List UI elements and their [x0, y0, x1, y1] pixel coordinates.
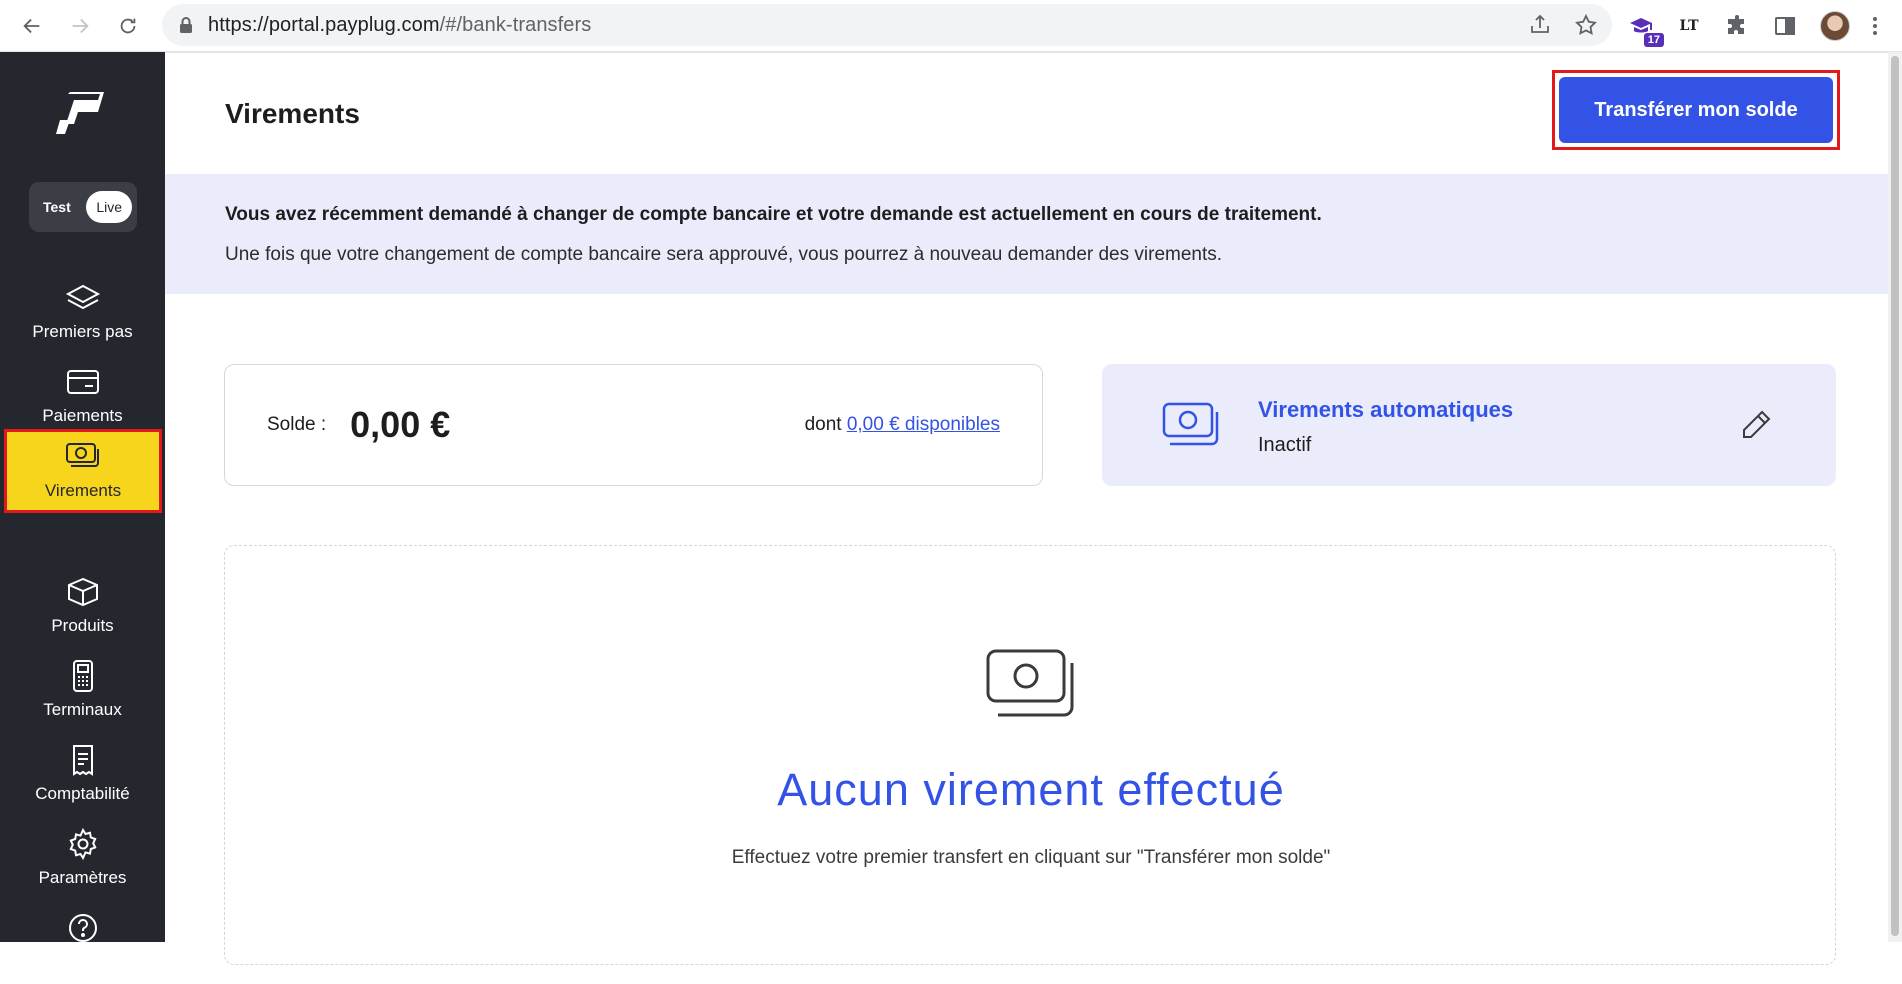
balance-value: 0,00 € [350, 404, 451, 445]
side-panel-icon [1775, 17, 1795, 35]
sidebar-item-aide[interactable]: Aide [0, 900, 165, 984]
notice-headline: Vous avez récemment demandé à changer de… [225, 204, 1322, 225]
sidebar-item-terminaux[interactable]: Terminaux [0, 648, 165, 732]
empty-state: Aucun virement effectué Effectuez votre … [224, 545, 1836, 965]
bookmark-star-icon[interactable] [1574, 13, 1598, 37]
divider [165, 52, 1902, 53]
share-icon[interactable] [1528, 13, 1552, 37]
scrollbar[interactable] [1888, 52, 1902, 942]
url-text: https://portal.payplug.com/#/bank-transf… [208, 14, 591, 37]
env-live-option[interactable]: Live [86, 191, 132, 223]
help-icon [68, 914, 97, 942]
sidebar-item-premiers-pas[interactable]: Premiers pas [0, 270, 165, 354]
sidebar-item-label: Comptabilité [35, 784, 130, 803]
sidebar-item-label: Aide [65, 952, 100, 971]
gear-icon [68, 828, 97, 860]
lock-icon [180, 17, 192, 33]
notice-body: Une fois que votre changement de compte … [225, 244, 1223, 265]
arrow-right-icon [72, 18, 89, 33]
card-icon [66, 370, 99, 394]
browser-toolbar: https://portal.payplug.com/#/bank-transf… [0, 0, 1902, 52]
pencil-icon[interactable] [1738, 407, 1774, 443]
payplug-logo-icon[interactable] [56, 90, 108, 136]
back-button[interactable] [8, 2, 56, 50]
url-path: /#/bank-transfers [439, 13, 592, 36]
address-bar[interactable]: https://portal.payplug.com/#/bank-transf… [162, 4, 1612, 46]
page-title: Virements [225, 98, 360, 129]
sidebar-item-label: Paiements [42, 406, 123, 425]
sidebar-item-label: Virements [44, 481, 122, 500]
available-prefix: dont [804, 414, 842, 435]
sidebar-item-label: Produits [51, 616, 114, 635]
available-balance-link[interactable]: 0,00 € disponibles [847, 414, 1000, 435]
automatic-transfers-card[interactable]: Virements automatiques Inactif [1102, 364, 1836, 486]
puzzle-icon [1728, 15, 1744, 34]
extensions-button[interactable] [1724, 13, 1750, 39]
auto-transfers-status: Inactif [1258, 434, 1312, 456]
cash-icon [986, 649, 1074, 717]
main-content: Virements Transférer mon solde Vous avez… [165, 52, 1902, 965]
sidebar-item-produits[interactable]: Produits [0, 564, 165, 648]
transfer-button-highlight: Transférer mon solde [1552, 70, 1840, 150]
balance-label: Solde : [267, 414, 327, 435]
browser-menu-button[interactable] [1872, 17, 1878, 35]
available-balance: dont 0,00 € disponibles [805, 414, 1000, 436]
profile-avatar[interactable] [1820, 11, 1850, 41]
sidebar-item-comptabilite[interactable]: Comptabilité [0, 732, 165, 816]
bank-change-notice: Vous avez récemment demandé à changer de… [165, 174, 1888, 294]
sidebar-item-label: Premiers pas [32, 322, 133, 341]
reload-icon [120, 18, 136, 33]
auto-transfers-title: Virements automatiques [1258, 397, 1514, 422]
box-icon [67, 577, 98, 607]
extension-graduation-icon[interactable]: 17 [1628, 13, 1664, 47]
sidebar-item-parametres[interactable]: Paramètres [0, 816, 165, 900]
terminal-icon [72, 660, 93, 692]
sidebar-item-virements[interactable]: Virements [4, 429, 162, 513]
env-test-option[interactable]: Test [43, 199, 71, 215]
sidebar-item-label: Paramètres [38, 868, 127, 887]
url-host: https://portal.payplug.com [208, 13, 440, 36]
reload-button[interactable] [104, 2, 152, 50]
cash-icon [1162, 402, 1219, 446]
layers-icon [65, 284, 100, 310]
sidebar: Test Live Premiers pas Paiements Viremen… [0, 52, 165, 971]
environment-toggle[interactable]: Test Live [29, 182, 137, 232]
scrollbar-thumb[interactable] [1891, 56, 1899, 936]
empty-state-subtitle: Effectuez votre premier transfert en cli… [731, 847, 1331, 868]
sidebar-item-paiements[interactable]: Paiements [0, 354, 165, 438]
sidebar-item-label: Terminaux [43, 700, 122, 719]
cash-icon [66, 443, 99, 467]
forward-button[interactable] [56, 2, 104, 50]
transfer-balance-button[interactable]: Transférer mon solde [1559, 77, 1833, 143]
languagetool-icon: LT [1679, 18, 1699, 34]
balance-card: Solde : 0,00 € dont 0,00 € disponibles [224, 364, 1043, 486]
empty-state-title: Aucun virement effectué [777, 764, 1285, 815]
arrow-left-icon [23, 18, 40, 33]
extension-lt[interactable]: LT [1676, 13, 1702, 39]
extension-badge: 17 [1643, 33, 1664, 47]
receipt-icon [72, 745, 93, 776]
side-panel-button[interactable] [1772, 13, 1798, 39]
